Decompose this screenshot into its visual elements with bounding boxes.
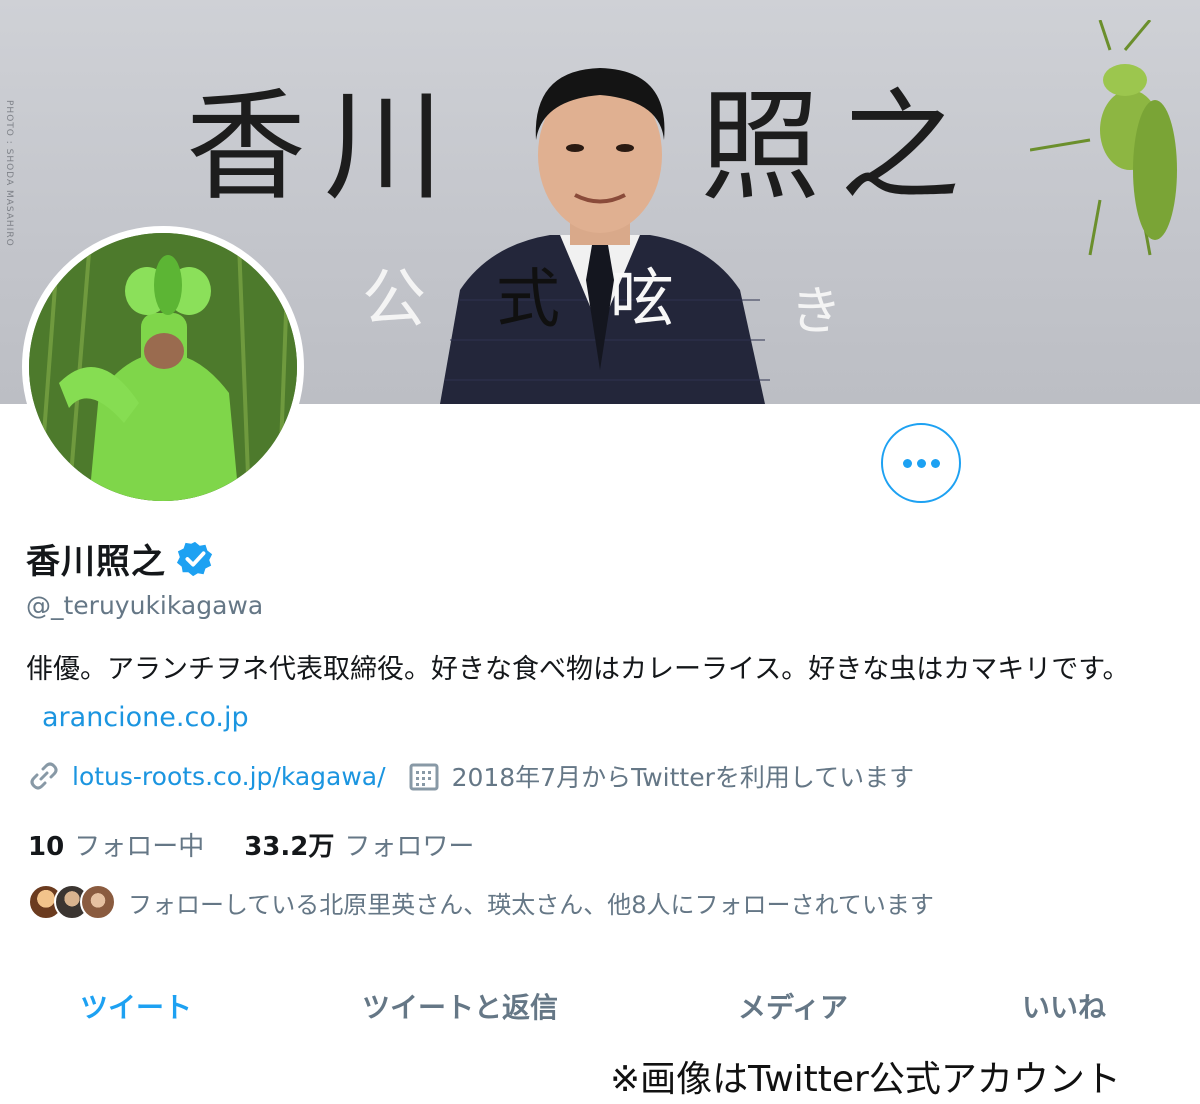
- display-name: 香川照之: [26, 534, 214, 583]
- profile-meta: lotus-roots.co.jp/kagawa/ 2018年7月からTwitt…: [28, 758, 914, 794]
- profile-page: PHOTO : SHODA MASAHIRO 香川 照之 公 式 呟 き 香川照…: [0, 0, 1200, 1104]
- followers-you-know[interactable]: フォローしている北原里英さん、瑛太さん、他8人にフォローされています: [28, 884, 934, 920]
- profile-tabs: ツイート ツイートと返信 メディア いいね: [0, 968, 1200, 1042]
- photo-credit: PHOTO : SHODA MASAHIRO: [4, 100, 14, 247]
- avatar-image: [29, 233, 297, 501]
- banner-subtitle-char-4: き: [790, 282, 843, 342]
- following-count: 10: [28, 832, 65, 862]
- more-dot: [916, 458, 926, 468]
- bio: 俳優。アランチヲネ代表取締役。好きな食べ物はカレーライス。好きな虫はカマキリです…: [26, 646, 1176, 742]
- link-icon: [30, 762, 58, 790]
- following-stat[interactable]: 10 フォロー中: [28, 826, 204, 863]
- profile-avatar[interactable]: [22, 226, 304, 508]
- tab-tweets[interactable]: ツイート: [80, 986, 192, 1026]
- display-name-text: 香川照之: [26, 542, 166, 582]
- tab-media[interactable]: メディア: [738, 986, 848, 1026]
- handle: @_teruyukikagawa: [26, 591, 264, 620]
- bio-text: 俳優。アランチヲネ代表取締役。好きな食べ物はカレーライス。好きな虫はカマキリです…: [26, 654, 1130, 685]
- tab-likes[interactable]: いいね: [1022, 986, 1106, 1026]
- more-horizontal-icon: [902, 458, 912, 468]
- followers-label: フォロワー: [344, 832, 475, 862]
- banner-subtitle-char-3: 呟: [610, 263, 674, 337]
- tab-tweets-and-replies[interactable]: ツイートと返信: [362, 986, 558, 1026]
- image-caption: ※画像はTwitter公式アカウント: [610, 1059, 1121, 1100]
- website-link[interactable]: lotus-roots.co.jp/kagawa/: [72, 762, 386, 791]
- bio-link[interactable]: arancione.co.jp: [42, 702, 249, 733]
- more-options-button[interactable]: [881, 423, 961, 503]
- follow-stats: 10 フォロー中 33.2万 フォロワー: [28, 826, 514, 863]
- calendar-icon: [409, 763, 439, 791]
- followers-you-know-text: フォローしている北原里英さん、瑛太さん、他8人にフォローされています: [128, 890, 934, 919]
- banner-mantis-image: [1030, 20, 1177, 256]
- banner-person-image: [440, 68, 770, 404]
- avatar: [80, 884, 116, 920]
- banner-subtitle-char-2: 式: [496, 263, 560, 337]
- mini-avatar-stack: [28, 884, 116, 920]
- more-dot: [930, 458, 940, 468]
- following-label: フォロー中: [74, 832, 205, 862]
- followers-count: 33.2万: [244, 832, 335, 862]
- followers-stat[interactable]: 33.2万 フォロワー: [244, 826, 474, 863]
- banner-subtitle-char-1: 公: [362, 263, 426, 337]
- verified-badge-icon: [176, 541, 213, 576]
- joined-date: 2018年7月からTwitterを利用しています: [451, 763, 915, 792]
